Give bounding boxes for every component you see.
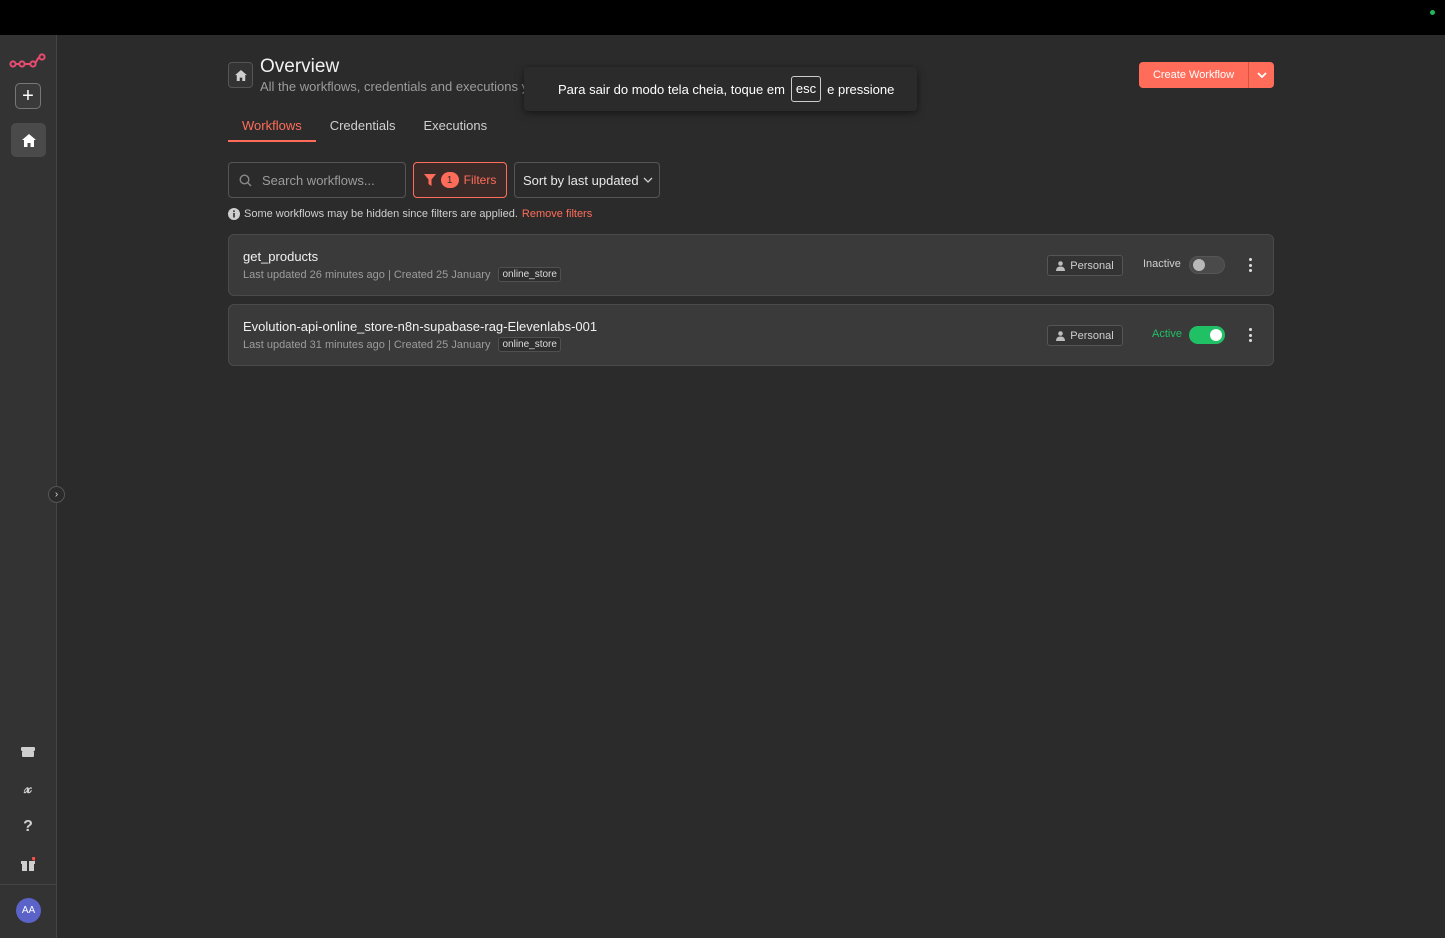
remove-filters-link[interactable]: Remove filters [522, 208, 592, 220]
main-content: Overview All the workflows, credentials … [57, 35, 1445, 938]
fullscreen-toast: Para sair do modo tela cheia, toque em e… [524, 67, 917, 111]
help-icon[interactable]: ? [16, 815, 40, 839]
chevron-down-icon [643, 177, 653, 183]
collapse-sidebar-button[interactable]: › [48, 486, 65, 503]
workflow-dates: Last updated 31 minutes ago | Created 25… [243, 338, 491, 351]
templates-icon[interactable] [16, 739, 40, 763]
workflow-name[interactable]: Evolution-api-online_store-n8n-supabase-… [243, 319, 597, 334]
filter-icon [423, 174, 436, 186]
sort-label: Sort by last updated [523, 172, 639, 188]
gift-icon[interactable] [16, 852, 40, 876]
create-dropdown-button[interactable] [1248, 62, 1274, 88]
notice-text: Some workflows may be hidden since filte… [244, 208, 518, 220]
sort-select[interactable]: Sort by last updated [514, 162, 660, 198]
owner-label: Personal [1070, 329, 1114, 342]
avatar[interactable]: AA [16, 898, 41, 923]
workflow-card[interactable]: Evolution-api-online_store-n8n-supabase-… [228, 304, 1274, 366]
overview-home-icon [228, 62, 253, 88]
create-workflow-button[interactable]: Create Workflow [1139, 62, 1248, 88]
user-icon [1056, 330, 1066, 341]
tab-credentials[interactable]: Credentials [316, 115, 410, 141]
filters-notice: Some workflows may be hidden since filte… [228, 208, 592, 220]
filters-label: Filters [463, 173, 497, 187]
status-dot [1430, 10, 1435, 15]
user-icon [1056, 260, 1066, 271]
workflow-dates: Last updated 26 minutes ago | Created 25… [243, 268, 491, 281]
n8n-logo-icon[interactable] [9, 51, 47, 73]
filters-count-badge: 1 [440, 172, 459, 188]
system-top-bar [0, 0, 1445, 35]
filters-button[interactable]: 1 Filters [413, 162, 507, 198]
owner-label: Personal [1070, 259, 1114, 272]
chevron-down-icon [1256, 72, 1267, 78]
workflow-tag[interactable]: online_store [498, 337, 561, 352]
owner-badge: Personal [1047, 325, 1123, 346]
toast-text-after: e pressione [827, 81, 895, 97]
owner-badge: Personal [1047, 255, 1123, 276]
tab-workflows[interactable]: Workflows [228, 115, 316, 142]
search-box [228, 162, 406, 198]
home-icon [21, 133, 36, 147]
esc-key: esc [790, 76, 822, 102]
more-options-icon[interactable] [1245, 326, 1255, 344]
toast-text-before: Para sair do modo tela cheia, toque em [558, 81, 785, 97]
tabs: Workflows Credentials Executions [228, 115, 501, 142]
add-button[interactable]: + [15, 83, 41, 109]
workflow-meta: Last updated 26 minutes ago | Created 25… [243, 267, 561, 282]
sidebar-item-home[interactable] [11, 123, 46, 157]
search-icon [239, 173, 252, 186]
variables-icon[interactable]: 𝓍 [16, 777, 40, 801]
status-label: Inactive [1143, 258, 1181, 270]
active-toggle[interactable] [1189, 256, 1225, 274]
workflow-tag[interactable]: online_store [498, 267, 561, 282]
active-toggle[interactable] [1189, 326, 1225, 344]
workflow-meta: Last updated 31 minutes ago | Created 25… [243, 337, 561, 352]
page-subtitle: All the workflows, credentials and execu… [260, 79, 554, 94]
page-title: Overview [260, 56, 340, 77]
info-icon [228, 208, 240, 220]
workflow-name[interactable]: get_products [243, 249, 318, 264]
workflow-card[interactable]: get_products Last updated 26 minutes ago… [228, 234, 1274, 296]
sidebar-divider [0, 884, 56, 885]
search-input[interactable] [260, 171, 390, 189]
tab-executions[interactable]: Executions [409, 115, 501, 141]
status-label: Active [1152, 328, 1182, 340]
sidebar: + 𝓍 ? AA [0, 35, 57, 938]
more-options-icon[interactable] [1245, 256, 1255, 274]
